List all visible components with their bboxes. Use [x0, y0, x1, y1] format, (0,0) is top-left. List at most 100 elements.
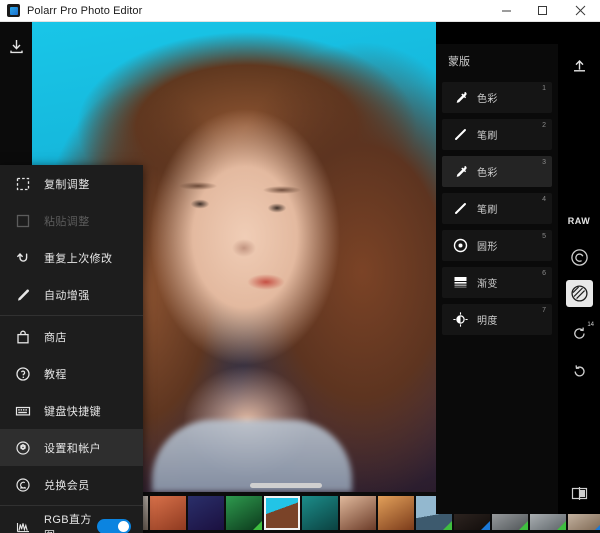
help-question-icon — [13, 366, 32, 382]
polarr-logo-icon — [7, 4, 20, 17]
redeem-membership-icon — [13, 477, 32, 493]
eyedropper-icon — [450, 90, 470, 105]
mask-item-6[interactable]: 渐变 6 — [442, 267, 552, 298]
raw-badge: RAW — [567, 216, 591, 226]
mask-item-number: 3 — [542, 159, 546, 166]
histogram-icon — [13, 519, 32, 533]
menu-separator — [0, 505, 143, 506]
gradient-icon — [450, 275, 470, 290]
edit-flag-icon — [443, 520, 452, 530]
radial-circle-icon — [450, 238, 470, 253]
paste-adjustments-icon — [13, 213, 32, 229]
brush-icon — [450, 201, 470, 216]
menu-item-label: 粘贴调整 — [44, 215, 90, 228]
edit-flag-icon — [557, 520, 566, 530]
editor-stage: 蒙版 色彩 1 笔刷 2 色彩 3 笔刷 4 圆形 5 渐变 6 明度 7 RA… — [0, 22, 600, 533]
magic-wand-icon — [13, 287, 32, 303]
photo-detail — [152, 420, 352, 492]
thumbnail-4[interactable] — [150, 495, 186, 530]
mask-item-7[interactable]: 明度 7 — [442, 304, 552, 335]
thumbnail-5[interactable] — [188, 495, 224, 530]
right-toolbar: RAW 14 — [558, 44, 600, 514]
menu-item-label: 设置和帐户 — [44, 442, 101, 455]
edit-flag-icon — [519, 520, 528, 530]
export-download-icon[interactable] — [0, 30, 32, 62]
menu-item-label: 商店 — [44, 331, 67, 344]
upload-icon[interactable] — [558, 48, 600, 82]
undo-repeat-icon — [13, 250, 32, 266]
mask-item-2[interactable]: 笔刷 2 — [442, 119, 552, 150]
store-bag-icon — [13, 329, 32, 345]
maximize-button[interactable] — [524, 0, 560, 22]
mask-item-number: 1 — [542, 85, 546, 92]
mask-item-label: 明度 — [477, 316, 498, 327]
reset-rotate-icon[interactable] — [558, 354, 600, 388]
menu-item-label: 键盘快捷键 — [44, 405, 101, 418]
mask-item-4[interactable]: 笔刷 4 — [442, 193, 552, 224]
mask-item-1[interactable]: 色彩 1 — [442, 82, 552, 113]
mask-item-3[interactable]: 色彩 3 — [442, 156, 552, 187]
mask-panel-title: 蒙版 — [448, 56, 470, 68]
thumbnail-10[interactable] — [378, 495, 414, 530]
mask-item-label: 笔刷 — [477, 205, 498, 216]
menu-item-label: RGB直方图 — [44, 513, 92, 533]
lens-correction-icon[interactable] — [558, 240, 600, 274]
copy-adjustments-icon — [13, 176, 32, 192]
mask-item-5[interactable]: 圆形 5 — [442, 230, 552, 261]
thumbnail-8[interactable] — [302, 495, 338, 530]
menu-item-paste-adjustments[interactable]: 粘贴调整 — [0, 202, 143, 239]
window-title: Polarr Pro Photo Editor — [27, 4, 143, 17]
luminance-icon — [450, 312, 470, 327]
mask-item-number: 6 — [542, 270, 546, 277]
history-count-badge: 14 — [587, 322, 594, 328]
menu-item-keyboard-shortcuts[interactable]: 键盘快捷键 — [0, 392, 143, 429]
menu-separator — [0, 315, 143, 316]
mask-item-label: 笔刷 — [477, 131, 498, 142]
mask-panel-header: 蒙版 — [442, 44, 552, 78]
mask-item-number: 4 — [542, 196, 546, 203]
mask-item-label: 渐变 — [477, 279, 498, 290]
window-controls — [488, 0, 600, 22]
brush-icon — [450, 127, 470, 142]
menu-item-redeem-membership[interactable]: 兑换会员 — [0, 466, 143, 503]
context-menu: 复制调整 粘贴调整 重复上次修改 自动增强 商店 教程 键盘快捷键 设置和帐户 … — [0, 165, 143, 533]
mask-brush-tool-button[interactable] — [558, 276, 600, 310]
rgb-histogram-toggle[interactable] — [97, 519, 131, 533]
menu-item-label: 复制调整 — [44, 178, 90, 191]
scrollbar-thumb[interactable] — [250, 483, 322, 488]
close-button[interactable] — [560, 0, 600, 22]
thumbnail-6[interactable] — [226, 495, 262, 530]
mask-item-number: 2 — [542, 122, 546, 129]
mask-list: 色彩 1 笔刷 2 色彩 3 笔刷 4 圆形 5 渐变 6 明度 7 — [442, 82, 552, 335]
menu-item-settings-account[interactable]: 设置和帐户 — [0, 429, 143, 466]
mask-panel: 蒙版 色彩 1 笔刷 2 色彩 3 笔刷 4 圆形 5 渐变 6 明度 7 — [436, 44, 558, 514]
menu-item-rgb-histogram[interactable]: RGB直方图 — [0, 508, 143, 533]
history-snapshot-icon[interactable]: 14 — [558, 316, 600, 350]
edit-flag-icon — [481, 520, 490, 530]
mask-brush-tool-icon — [565, 279, 593, 307]
edit-flag-icon — [253, 520, 262, 530]
edit-flag-icon — [595, 520, 600, 530]
thumbnail-7-selected[interactable] — [264, 495, 300, 530]
menu-item-label: 兑换会员 — [44, 479, 90, 492]
mask-item-label: 色彩 — [477, 94, 498, 105]
menu-item-label: 教程 — [44, 368, 67, 381]
menu-item-auto-enhance[interactable]: 自动增强 — [0, 276, 143, 313]
menu-item-label: 自动增强 — [44, 289, 90, 302]
menu-item-copy-adjustments[interactable]: 复制调整 — [0, 165, 143, 202]
thumbnail-9[interactable] — [340, 495, 376, 530]
compare-split-icon[interactable] — [558, 476, 600, 510]
mask-item-label: 色彩 — [477, 168, 498, 179]
toggle-knob — [118, 521, 129, 532]
mask-item-number: 7 — [542, 307, 546, 314]
polarr-app-window: Polarr Pro Photo Editor 蒙版 色彩 1 笔刷 2 色彩 … — [0, 0, 600, 533]
title-bar: Polarr Pro Photo Editor — [0, 0, 600, 22]
menu-item-tutorial[interactable]: 教程 — [0, 355, 143, 392]
minimize-button[interactable] — [488, 0, 524, 22]
menu-item-repeat-last-edit[interactable]: 重复上次修改 — [0, 239, 143, 276]
settings-gear-icon — [13, 440, 32, 456]
mask-item-number: 5 — [542, 233, 546, 240]
eyedropper-icon — [450, 164, 470, 179]
menu-item-store[interactable]: 商店 — [0, 318, 143, 355]
mask-item-label: 圆形 — [477, 242, 498, 253]
